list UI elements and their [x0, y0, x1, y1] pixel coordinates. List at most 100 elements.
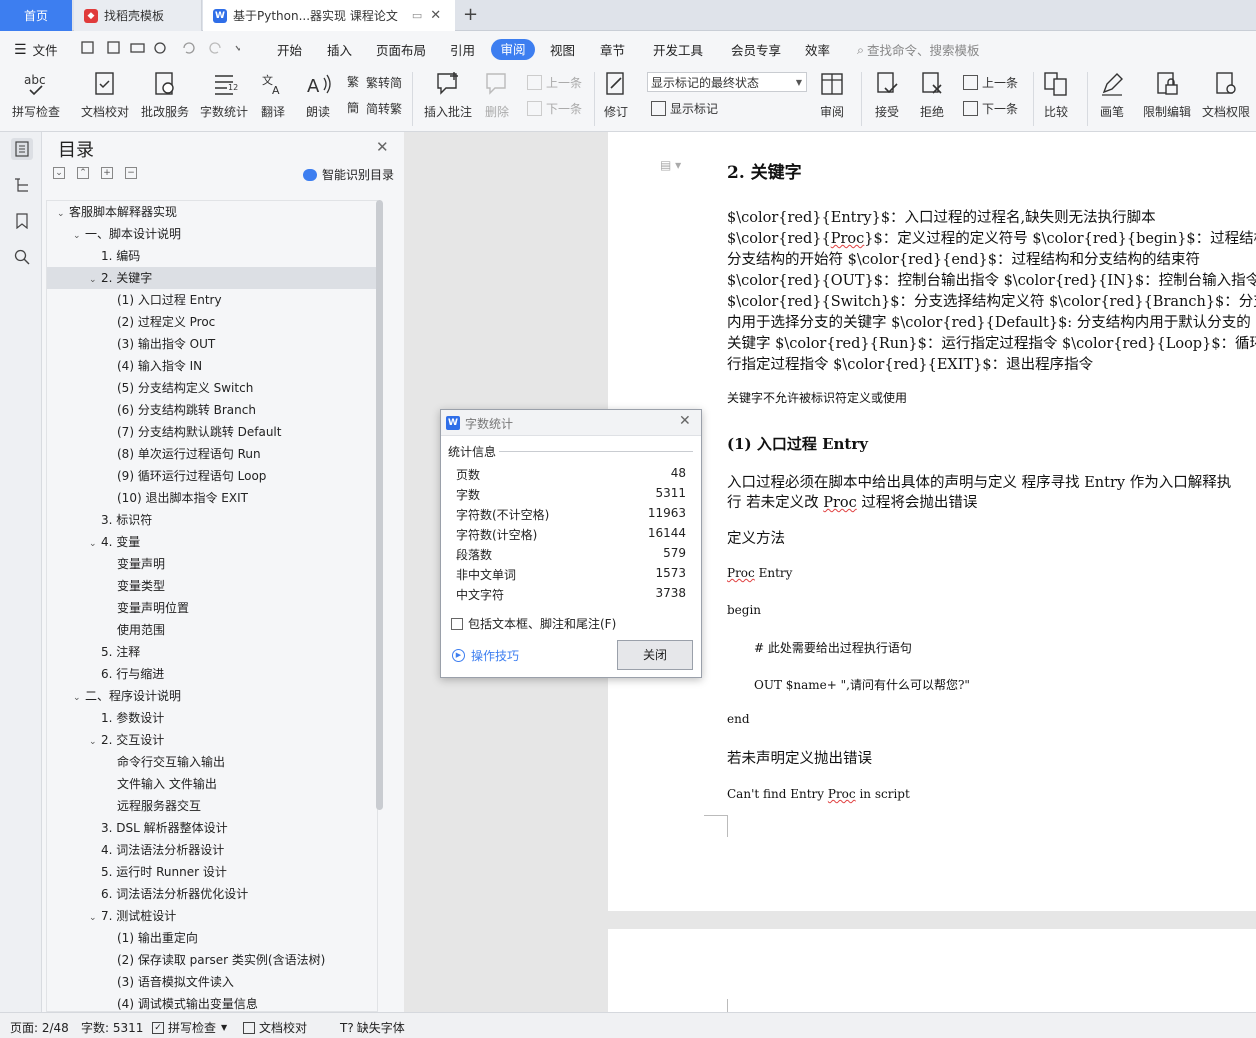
quick-access-icon[interactable] [80, 40, 243, 56]
toc-item[interactable]: 远程服务器交互 [47, 795, 377, 817]
page-indicator[interactable]: 页面: 2/48 [10, 1019, 69, 1036]
pen-button[interactable]: 画笔 [1098, 70, 1126, 120]
toc-item[interactable]: ⌄ 2. 关键字 [47, 267, 377, 289]
accept-button[interactable]: 接受 [873, 70, 901, 120]
menu-efficiency[interactable]: 效率 [805, 40, 830, 59]
read-aloud-button[interactable]: A 朗读 [304, 70, 332, 120]
menu-view[interactable]: 视图 [550, 40, 575, 59]
toc-item[interactable]: 1. 参数设计 [47, 707, 377, 729]
delete-comment-button[interactable]: 删除 [483, 70, 511, 120]
show-markup-button[interactable]: 显示标记 [651, 100, 718, 117]
translate-button[interactable]: 文A 翻译 [259, 70, 287, 120]
chevron-down-icon[interactable]: ⌄ [89, 907, 101, 929]
close-tab-icon[interactable]: ✕ [430, 8, 441, 23]
menu-review[interactable]: 审阅 [491, 39, 535, 60]
search-icon[interactable] [11, 246, 33, 268]
command-search[interactable]: ⌕ 查找命令、搜索模板 [857, 40, 980, 59]
toc-item[interactable]: (5) 分支结构定义 Switch [47, 377, 377, 399]
toc-item[interactable]: ⌄ 2. 交互设计 [47, 729, 377, 751]
toc-item[interactable]: (2) 过程定义 Proc [47, 311, 377, 333]
doc-permission-button[interactable]: 文档权限 [1202, 70, 1250, 120]
review-pane-button[interactable]: 审阅 [818, 70, 846, 120]
word-count-button[interactable]: 123 字数统计 [200, 70, 248, 120]
toc-panel-icon[interactable] [11, 138, 33, 160]
compare-button[interactable]: 比较 [1042, 70, 1070, 120]
toc-item[interactable]: (4) 调试模式输出变量信息 [47, 993, 377, 1011]
include-textbox-checkbox[interactable]: 包括文本框、脚注和尾注(F) [451, 615, 616, 632]
pin-icon[interactable]: ▭ [412, 9, 422, 22]
collapse-all-icon[interactable]: ⌄ [53, 167, 65, 179]
toc-item[interactable]: 3. 标识符 [47, 509, 377, 531]
toc-item[interactable]: (3) 语音模拟文件读入 [47, 971, 377, 993]
toc-item[interactable]: (10) 退出脚本指令 EXIT [47, 487, 377, 509]
toc-scrollbar[interactable] [376, 200, 383, 810]
toc-item[interactable]: (6) 分支结构跳转 Branch [47, 399, 377, 421]
tab-document[interactable]: W 基于Python...器实现 课程论文 ▭ ✕ [203, 0, 455, 31]
toc-item[interactable]: (8) 单次运行过程语句 Run [47, 443, 377, 465]
chevron-down-icon[interactable]: ⌄ [57, 203, 69, 225]
toc-item[interactable]: 6. 词法语法分析器优化设计 [47, 883, 377, 905]
smart-toc-button[interactable]: 智能识别目录 [303, 166, 394, 183]
menu-member[interactable]: 会员专享 [731, 40, 781, 59]
proofread-button[interactable]: 文档校对 [81, 70, 129, 120]
toc-item[interactable]: ⌄ 客服脚本解释器实现 [47, 201, 377, 223]
toc-item[interactable]: 5. 注释 [47, 641, 377, 663]
toc-item[interactable]: 1. 编码 [47, 245, 377, 267]
status-proofread[interactable]: 文档校对 [243, 1019, 307, 1036]
spell-check-button[interactable]: abc 拼写检查 [12, 70, 60, 120]
menu-start[interactable]: 开始 [277, 40, 302, 59]
document-page[interactable]: ▤ ▾ 2. 关键字 $\color{red}{Entry}$：入口过程的过程名… [608, 132, 1256, 911]
markup-state-select[interactable]: 显示标记的最终状态 ▼ [647, 72, 807, 92]
toc-item[interactable]: 3. DSL 解析器整体设计 [47, 817, 377, 839]
toc-item[interactable]: 5. 运行时 Runner 设计 [47, 861, 377, 883]
toc-item[interactable]: (2) 保存读取 parser 类实例(含语法树) [47, 949, 377, 971]
new-tab-button[interactable]: + [463, 4, 478, 25]
toc-item[interactable]: 变量声明位置 [47, 597, 377, 619]
word-count-indicator[interactable]: 字数: 5311 [81, 1019, 143, 1036]
quick-access-icons[interactable] [80, 40, 243, 59]
page-options-icon[interactable]: ▤ ▾ [660, 158, 681, 172]
remove-heading-icon[interactable]: − [125, 167, 137, 179]
outline-icon[interactable] [11, 174, 33, 196]
toc-item[interactable]: 4. 词法语法分析器设计 [47, 839, 377, 861]
close-icon[interactable]: ✕ [679, 413, 691, 429]
reject-button[interactable]: 拒绝 [918, 70, 946, 120]
toc-item[interactable]: 变量声明 [47, 553, 377, 575]
toc-item[interactable]: ⌄ 7. 测试桩设计 [47, 905, 377, 927]
toc-item[interactable]: 使用范围 [47, 619, 377, 641]
missing-font-indicator[interactable]: T? 缺失字体 [340, 1019, 405, 1036]
simp-to-trad-button[interactable]: 簡简转繁 [347, 100, 402, 117]
restrict-edit-button[interactable]: 限制编辑 [1143, 70, 1191, 120]
close-icon[interactable]: ✕ [376, 138, 389, 156]
close-button[interactable]: 关闭 [617, 640, 693, 670]
trad-to-simp-button[interactable]: 繁繁转简 [347, 74, 402, 91]
toc-item[interactable]: ⌄ 一、脚本设计说明 [47, 223, 377, 245]
toc-item[interactable]: 变量类型 [47, 575, 377, 597]
menu-layout[interactable]: 页面布局 [376, 40, 426, 59]
toc-item[interactable]: 6. 行与缩进 [47, 663, 377, 685]
chevron-down-icon[interactable]: ⌄ [73, 687, 85, 709]
chevron-down-icon[interactable]: ⌄ [89, 731, 101, 753]
document-page[interactable] [608, 929, 1256, 1012]
toc-item[interactable]: 文件输入 文件输出 [47, 773, 377, 795]
expand-up-icon[interactable]: ⌃ [77, 167, 89, 179]
next-comment-button[interactable]: 下一条 [527, 100, 582, 117]
prev-comment-button[interactable]: 上一条 [527, 74, 582, 91]
menu-chapter[interactable]: 章节 [600, 40, 625, 59]
track-changes-button[interactable]: 修订 [602, 70, 630, 120]
insert-comment-button[interactable]: 插入批注 [424, 70, 472, 120]
add-heading-icon[interactable]: + [101, 167, 113, 179]
menu-developer[interactable]: 开发工具 [653, 40, 703, 59]
toc-item[interactable]: (1) 入口过程 Entry [47, 289, 377, 311]
file-menu[interactable]: ☰ 文件 [14, 40, 58, 59]
tab-template[interactable]: ◆ 找稻壳模板 [74, 0, 202, 31]
toc-item[interactable]: (4) 输入指令 IN [47, 355, 377, 377]
bookmark-icon[interactable] [11, 210, 33, 232]
tab-home[interactable]: 首页 [0, 0, 72, 31]
chevron-down-icon[interactable]: ⌄ [89, 269, 101, 291]
chevron-down-icon[interactable]: ⌄ [73, 225, 85, 247]
toc-item[interactable]: ⌄ 4. 变量 [47, 531, 377, 553]
menu-reference[interactable]: 引用 [450, 40, 475, 59]
toc-item[interactable]: (3) 输出指令 OUT [47, 333, 377, 355]
menu-insert[interactable]: 插入 [327, 40, 352, 59]
